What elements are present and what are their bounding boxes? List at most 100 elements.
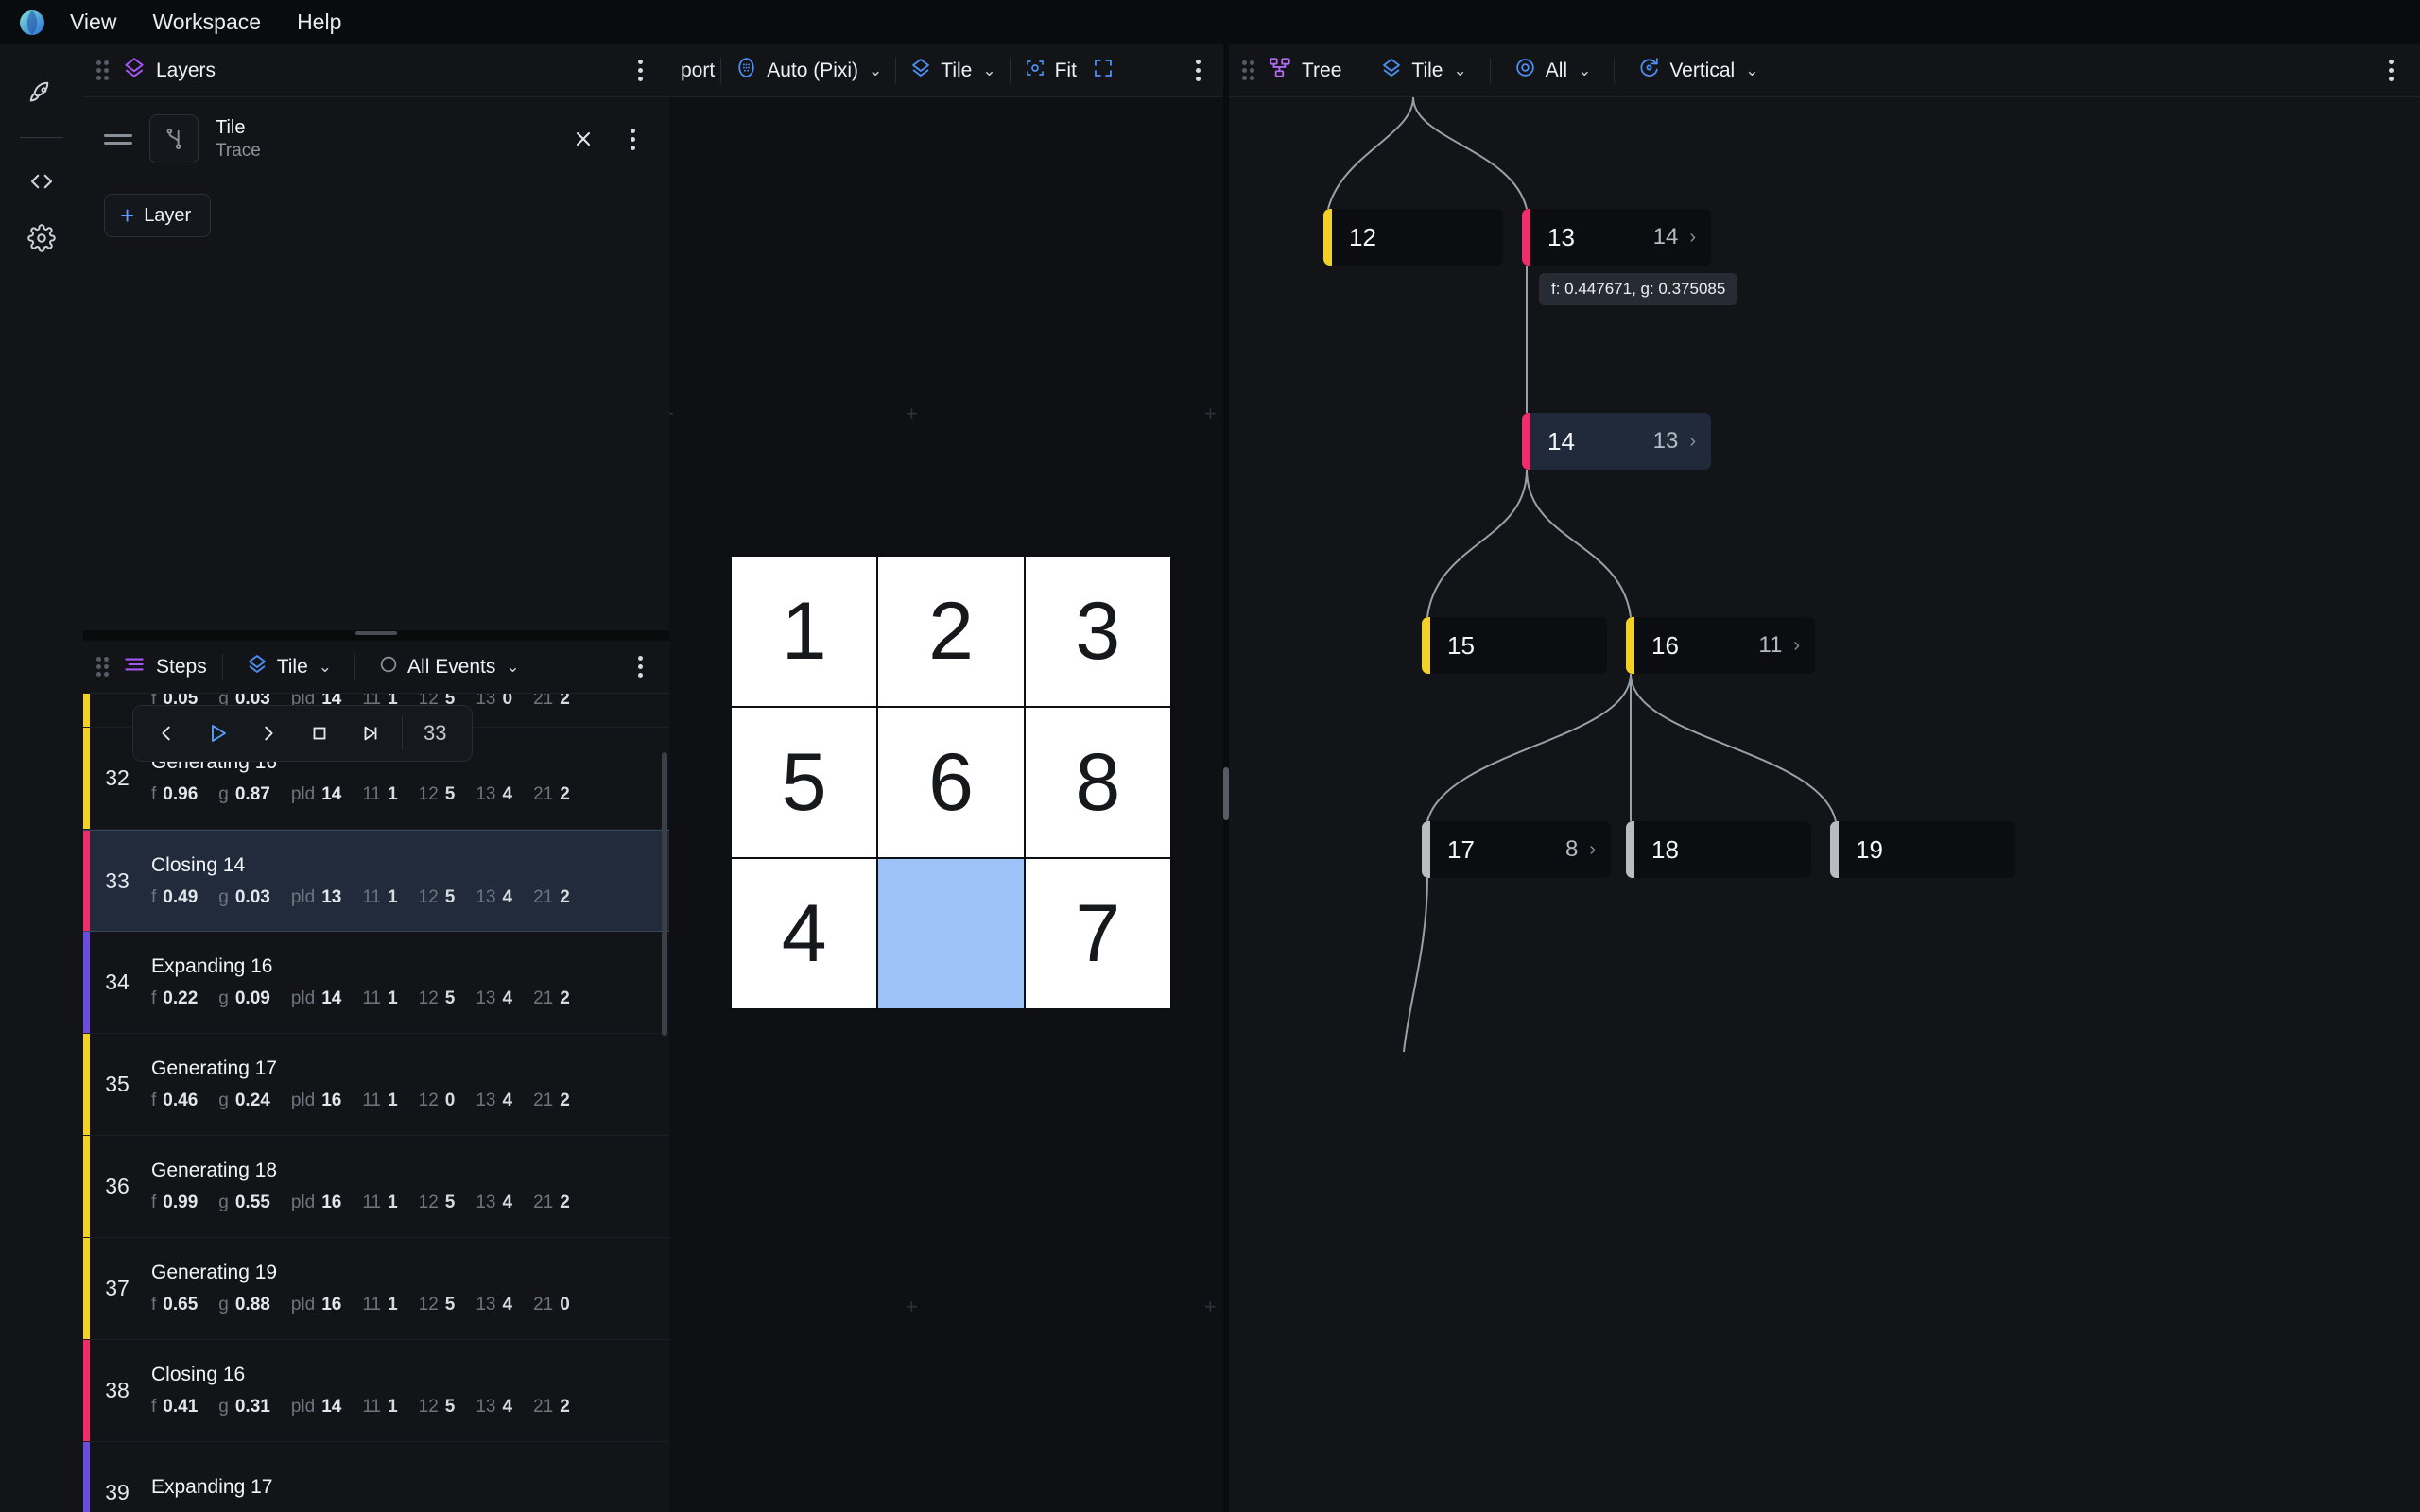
puzzle-tile[interactable]: 1 [732, 557, 877, 706]
chevron-right-icon[interactable]: › [1793, 635, 1800, 657]
code-brackets-icon[interactable] [15, 155, 68, 208]
steps-more-options-icon[interactable] [624, 651, 656, 683]
chevron-down-icon: ⌄ [869, 60, 883, 79]
tree-node[interactable]: 13 14 › [1522, 209, 1711, 266]
drag-handle-icon[interactable] [1242, 60, 1254, 80]
chevron-left-icon[interactable] [141, 713, 192, 754]
layer-item-tile[interactable]: Tile Trace [83, 97, 669, 173]
tree-node[interactable]: 18 [1626, 821, 1811, 878]
steps-scrollbar[interactable] [662, 752, 667, 1036]
menu-help[interactable]: Help [282, 5, 356, 40]
close-icon[interactable] [567, 123, 599, 155]
layers-more-options-icon[interactable] [624, 55, 656, 87]
viewport-more-options-icon[interactable] [1182, 55, 1214, 87]
fullscreen-button[interactable] [1084, 53, 1122, 89]
drag-handle-icon[interactable] [96, 657, 109, 677]
steps-lines-icon [122, 652, 147, 681]
panel-splitter-vertical[interactable] [1223, 44, 1229, 1512]
tree-orientation-select[interactable]: Vertical ⌄ [1630, 52, 1766, 89]
stop-square-icon[interactable] [294, 713, 345, 754]
tree-node[interactable]: 16 11 › [1626, 617, 1815, 674]
tree-node-child-count: 13 [1652, 428, 1679, 454]
step-row[interactable]: 36 Generating 18 f 0.99 g 0.55 pld 16 11 1 12 5 13 4 2… [83, 1136, 669, 1238]
puzzle-tile-blank[interactable] [878, 859, 1024, 1008]
tree-node[interactable]: 12 [1323, 209, 1503, 266]
drag-handle-icon[interactable] [96, 60, 109, 80]
tree-node[interactable]: 17 8 › [1422, 821, 1611, 878]
puzzle-tile[interactable]: 3 [1025, 557, 1170, 706]
panel-splitter-horizontal[interactable] [83, 624, 669, 643]
tree-node[interactable]: 15 [1422, 617, 1607, 674]
tree-node-id: 13 [1547, 222, 1575, 251]
node-tooltip: f: 0.447671, g: 0.375085 [1539, 273, 1738, 305]
metric-value: 4 [502, 1193, 513, 1212]
layer-more-options-icon[interactable] [616, 123, 648, 155]
chevron-right-icon[interactable] [243, 713, 294, 754]
fit-button[interactable]: Fit [1016, 53, 1084, 89]
play-icon[interactable] [192, 713, 243, 754]
renderer-label: Auto (Pixi) [767, 59, 859, 81]
renderer-select[interactable]: Auto (Pixi) ⌄ [727, 52, 890, 89]
puzzle-grid[interactable]: 12356847 [728, 553, 1174, 1012]
metric-key: g [218, 886, 229, 907]
puzzle-tile[interactable]: 7 [1025, 859, 1170, 1008]
puzzle-tile[interactable]: 5 [732, 708, 877, 857]
step-row[interactable]: 33 Closing 14 f 0.49 g 0.03 pld 13 11 1 12 5 13 4 21 2 [83, 830, 669, 932]
puzzle-tile[interactable]: 4 [732, 859, 877, 1008]
puzzle-tile[interactable]: 6 [878, 708, 1024, 857]
steps-panel-title: Steps [156, 655, 207, 678]
tree-more-options-icon[interactable] [2375, 55, 2407, 87]
puzzle-tile[interactable]: 2 [878, 557, 1024, 706]
metric-value: 0 [502, 694, 513, 709]
add-layer-button[interactable]: + Layer [104, 194, 212, 237]
gear-icon[interactable] [15, 212, 68, 265]
metric-value: 2 [560, 784, 570, 804]
globe-logo-icon[interactable] [15, 6, 49, 40]
tree-layer-select[interactable]: Tile ⌄ [1373, 53, 1474, 89]
chevron-right-icon[interactable]: › [1589, 839, 1596, 861]
step-metrics: f 0.41 g 0.31 pld 14 11 1 12 5 13 4 21 2 [151, 1397, 660, 1418]
step-body: Generating 18 f 0.99 g 0.55 pld 16 11 1 12 5 13 4 21 2 [151, 1160, 669, 1213]
grid-cross-icon: + [906, 402, 918, 425]
skip-to-end-icon[interactable] [345, 713, 396, 754]
metric-key: pld [290, 784, 316, 804]
steps-layer-select[interactable]: Tile ⌄ [238, 649, 339, 685]
viewport-layer-select[interactable]: Tile ⌄ [902, 53, 1003, 89]
tree-node-id: 12 [1349, 222, 1376, 251]
tree-canvas[interactable]: 12 13 14 › 14 13 › 15 16 11 › 17 8 › 18 19 f: 0.447671,… [1229, 97, 2420, 1512]
metric-value: 1 [388, 1091, 398, 1110]
tree-graph-icon [1268, 56, 1292, 85]
tree-node-accent [1522, 413, 1530, 470]
step-row[interactable]: 38 Closing 16 f 0.41 g 0.31 pld 14 11 1 12 5 13 4 21 2 [83, 1340, 669, 1442]
metric-key: 13 [475, 694, 496, 709]
steps-events-select[interactable]: All Events ⌄ [371, 650, 527, 684]
step-row[interactable]: 39 Expanding 17 [83, 1442, 669, 1512]
metric-value: 0.96 [163, 784, 199, 804]
auto-render-icon [735, 56, 758, 85]
tree-node[interactable]: 19 [1830, 821, 2015, 878]
steps-list[interactable]: f 0.05 g 0.03 pld 14 11 1 12 5 13 0 21 2 32 Generating … [83, 694, 669, 1512]
menu-view[interactable]: View [55, 5, 131, 40]
step-metrics: f 0.96 g 0.87 pld 14 11 1 12 5 13 4 21 2 [151, 784, 660, 805]
step-row[interactable]: 34 Expanding 16 f 0.22 g 0.09 pld 14 11 1 12 5 13 4 21… [83, 932, 669, 1034]
tree-filter-select[interactable]: All ⌄ [1506, 52, 1599, 89]
puzzle-tile[interactable]: 8 [1025, 708, 1170, 857]
tile-viewport[interactable]: + + + + + 12356847 [669, 44, 1225, 1512]
metric-value: 5 [444, 784, 456, 804]
metric-value: 1 [388, 1193, 398, 1212]
rocket-icon[interactable] [15, 67, 68, 120]
step-row[interactable]: 35 Generating 17 f 0.46 g 0.24 pld 16 11 1 12 0 13 4 2… [83, 1034, 669, 1136]
metric-value: 0.31 [234, 1397, 270, 1417]
menu-workspace[interactable]: Workspace [137, 5, 276, 40]
chevron-right-icon[interactable]: › [1689, 431, 1696, 453]
grid-cross-icon: + [1204, 402, 1217, 425]
drag-grip-icon[interactable] [104, 133, 132, 145]
tree-layer-label: Tile [1411, 59, 1443, 81]
metric-key: 12 [418, 1397, 439, 1417]
step-row[interactable]: 37 Generating 19 f 0.65 g 0.88 pld 16 11 1 12 5 13 4 2… [83, 1238, 669, 1340]
chevron-down-icon: ⌄ [506, 657, 520, 676]
chevron-right-icon[interactable]: › [1689, 227, 1696, 249]
tree-node-accent [1522, 209, 1530, 266]
metric-value: 5 [444, 1397, 456, 1417]
tree-node[interactable]: 14 13 › [1522, 413, 1711, 470]
